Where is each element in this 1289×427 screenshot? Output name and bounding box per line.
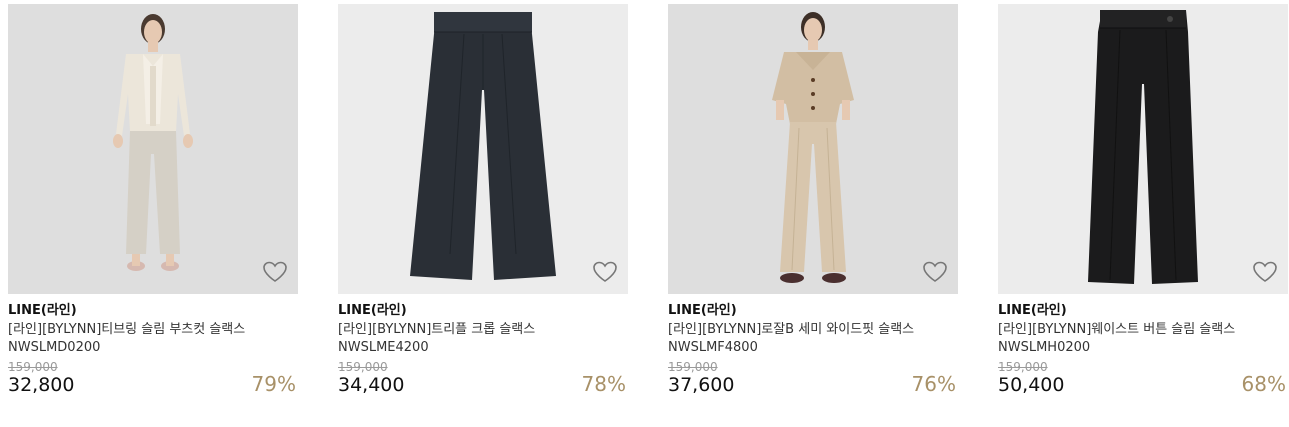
product-card[interactable]: LINE(라인) [라인][BYLYNN]로잘B 세미 와이드핏 슬랙스 NWS…: [668, 4, 958, 396]
product-name[interactable]: [라인][BYLYNN]티브링 슬림 부츠컷 슬랙스: [8, 321, 298, 339]
price-row: 37,600 76%: [668, 372, 958, 396]
product-code: NWSLMD0200: [8, 340, 101, 355]
heart-icon[interactable]: [922, 260, 948, 284]
sale-price: 32,800: [8, 374, 75, 396]
brand-name[interactable]: LINE(라인): [8, 302, 298, 320]
sale-price: 37,600: [668, 374, 735, 396]
price-row: 50,400 68%: [998, 372, 1288, 396]
product-card[interactable]: LINE(라인) [라인][BYLYNN]웨이스트 버튼 슬림 슬랙스 NWSL…: [998, 4, 1288, 396]
model-photo-icon: [8, 4, 298, 294]
product-card[interactable]: LINE(라인) [라인][BYLYNN]트리플 크롭 슬랙스 NWSLME42…: [338, 4, 628, 396]
discount-rate: 79%: [251, 372, 296, 396]
discount-rate: 78%: [581, 372, 626, 396]
product-code: NWSLME4200: [338, 340, 429, 355]
heart-icon[interactable]: [262, 260, 288, 284]
price-row: 34,400 78%: [338, 372, 628, 396]
discount-rate: 76%: [911, 372, 956, 396]
product-code: NWSLMF4800: [668, 340, 758, 355]
product-card[interactable]: LINE(라인) [라인][BYLYNN]티브링 슬림 부츠컷 슬랙스 NWSL…: [8, 4, 298, 396]
discount-rate: 68%: [1241, 372, 1286, 396]
product-grid: LINE(라인) [라인][BYLYNN]티브링 슬림 부츠컷 슬랙스 NWSL…: [0, 0, 1289, 427]
product-image[interactable]: [998, 4, 1288, 294]
price-row: 32,800 79%: [8, 372, 298, 396]
product-name[interactable]: [라인][BYLYNN]웨이스트 버튼 슬림 슬랙스: [998, 321, 1288, 339]
sale-price: 34,400: [338, 374, 405, 396]
pants-photo-icon: [338, 4, 628, 294]
product-image[interactable]: [338, 4, 628, 294]
product-name[interactable]: [라인][BYLYNN]로잘B 세미 와이드핏 슬랙스: [668, 321, 958, 339]
brand-name[interactable]: LINE(라인): [668, 302, 958, 320]
product-image[interactable]: [8, 4, 298, 294]
sale-price: 50,400: [998, 374, 1065, 396]
heart-icon[interactable]: [592, 260, 618, 284]
brand-name[interactable]: LINE(라인): [338, 302, 628, 320]
pants-photo-icon: [998, 4, 1288, 294]
heart-icon[interactable]: [1252, 260, 1278, 284]
product-code: NWSLMH0200: [998, 340, 1091, 355]
model-photo-icon: [668, 4, 958, 294]
product-name[interactable]: [라인][BYLYNN]트리플 크롭 슬랙스: [338, 321, 628, 339]
brand-name[interactable]: LINE(라인): [998, 302, 1288, 320]
product-image[interactable]: [668, 4, 958, 294]
